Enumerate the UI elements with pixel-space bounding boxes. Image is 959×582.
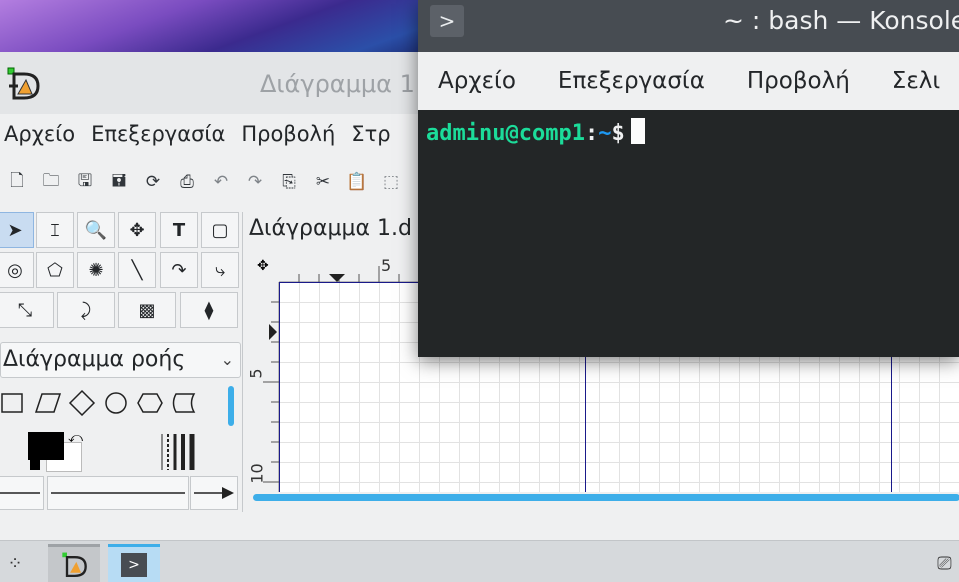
arc-tool-icon[interactable]: ↷ <box>160 252 198 288</box>
stored-data-shape-icon[interactable] <box>170 388 198 416</box>
dia-task-icon <box>62 552 87 577</box>
print-icon[interactable]: ⎙ <box>176 171 198 193</box>
data-shape-icon[interactable] <box>34 388 62 416</box>
color-area: ⤺ <box>0 430 241 474</box>
prompt-line: adminu@comp1:~$ <box>426 118 645 146</box>
chevron-down-icon: ⌄ <box>220 350 234 369</box>
outline-tool-icon[interactable]: ⧫ <box>180 292 238 328</box>
start-arrow-button[interactable] <box>0 476 44 510</box>
redo-icon[interactable]: ↷ <box>244 171 266 193</box>
dia-logo-icon <box>7 67 40 100</box>
image-tool-icon[interactable]: ▩ <box>118 292 176 328</box>
launcher-icon[interactable]: ⁘ <box>0 544 30 582</box>
terminal-area[interactable]: adminu@comp1:~$ <box>418 110 959 357</box>
zoom-fit-icon[interactable]: ⬚ <box>380 171 402 193</box>
ruler-h-label: 5 <box>381 256 392 275</box>
reload-icon[interactable]: ⟳ <box>142 171 164 193</box>
konsole-titlebar[interactable]: > ~ : bash — Konsole <box>418 0 959 52</box>
line-tool-icon[interactable]: ╲ <box>118 252 156 288</box>
text-tool-icon[interactable]: T <box>160 212 198 248</box>
menu-objects[interactable]: Στρ <box>351 122 390 146</box>
konsole-menubar: Αρχείο Επεξεργασία Προβολή Σελι <box>418 52 959 110</box>
cut-icon[interactable]: ✂ <box>312 171 334 193</box>
move-tool-icon[interactable]: ✥ <box>118 212 156 248</box>
line-style-area <box>0 476 241 512</box>
shape-list-scrollbar[interactable] <box>228 386 234 426</box>
menu-view[interactable]: Προβολή <box>241 122 335 146</box>
save-as-icon[interactable]: 🖬 <box>108 171 130 193</box>
prompt-colon: : <box>584 121 599 146</box>
paste-icon[interactable]: 📋 <box>346 171 368 193</box>
page-border-left <box>279 282 280 492</box>
menu-file[interactable]: Αρχείο <box>438 68 516 94</box>
line-style-button[interactable] <box>47 476 189 510</box>
origin-move-icon[interactable]: ✥ <box>257 258 269 274</box>
copy-icon[interactable]: ⎘ <box>278 171 300 193</box>
zigzag-tool-icon[interactable]: ⤷ <box>201 252 239 288</box>
konsole-window-title: ~ : bash — Konsole <box>723 6 959 35</box>
zoom-tool-icon[interactable]: 🔍 <box>77 212 115 248</box>
diagram-tab[interactable]: Διάγραμμα 1.d <box>249 216 412 241</box>
dia-window-title: Διάγραμμα 1 <box>260 70 415 98</box>
canvas-horizontal-scrollbar[interactable] <box>253 494 959 501</box>
vertical-ruler: 5 10 <box>243 282 279 492</box>
new-file-icon[interactable]: 🗋 <box>6 171 28 193</box>
process-shape-icon[interactable] <box>0 388 28 416</box>
menu-edit[interactable]: Επεξεργασία <box>91 122 225 146</box>
menu-view[interactable]: Προβολή <box>747 68 850 94</box>
ruler-v-label-5: 5 <box>246 368 266 379</box>
konsole-task-icon: > <box>121 552 147 577</box>
text-edit-tool-icon[interactable]: 𝙸 <box>36 212 74 248</box>
swap-colors-icon[interactable]: ⤺ <box>68 430 83 446</box>
wallpaper-shard <box>0 0 420 60</box>
menu-file[interactable]: Αρχείο <box>4 122 75 146</box>
preparation-shape-icon[interactable] <box>136 388 164 416</box>
prompt-user-host: adminu@comp1 <box>426 121 585 146</box>
decision-shape-icon[interactable] <box>68 388 96 416</box>
dia-task[interactable] <box>48 544 100 582</box>
line-width-icon[interactable] <box>158 432 202 472</box>
konsole-app-icon[interactable]: > <box>430 5 464 37</box>
polyline-tool-icon[interactable]: ⤡ <box>0 292 54 328</box>
text-cursor <box>630 118 645 144</box>
foreground-color-swatch[interactable] <box>28 432 64 460</box>
pointer-tool-icon[interactable]: ➤ <box>0 212 34 248</box>
open-folder-icon[interactable]: 🗀 <box>40 171 62 193</box>
taskbar: ⁘ > ⎚ <box>0 540 959 582</box>
sheet-select-value: Διάγραμμα ροής <box>3 347 186 372</box>
prompt-path: ~ <box>598 121 612 146</box>
reset-colors-icon[interactable] <box>30 460 40 470</box>
save-icon[interactable]: 🖫 <box>74 171 96 193</box>
ruler-v-label-10: 10 <box>247 463 267 484</box>
connector-shape-icon[interactable] <box>102 388 130 416</box>
konsole-task[interactable]: > <box>108 544 160 582</box>
beziergon-tool-icon[interactable]: ✺ <box>77 252 115 288</box>
ellipse-tool-icon[interactable]: ◎ <box>0 252 34 288</box>
polygon-tool-icon[interactable]: ⬠ <box>36 252 74 288</box>
tray-icon[interactable]: ⎚ <box>930 544 959 582</box>
shape-list <box>0 382 228 422</box>
sheet-select[interactable]: Διάγραμμα ροής ⌄ <box>0 342 241 378</box>
bezier-tool-icon[interactable]: ⤸ <box>57 292 115 328</box>
end-arrow-button[interactable] <box>190 476 238 510</box>
box-tool-icon[interactable]: ▢ <box>201 212 239 248</box>
konsole-window: > ~ : bash — Konsole Αρχείο Επεξεργασία … <box>418 0 959 357</box>
undo-icon[interactable]: ↶ <box>210 171 232 193</box>
menu-bookmarks[interactable]: Σελι <box>892 68 940 94</box>
menu-edit[interactable]: Επεξεργασία <box>558 68 705 94</box>
prompt-sign: $ <box>611 121 625 146</box>
